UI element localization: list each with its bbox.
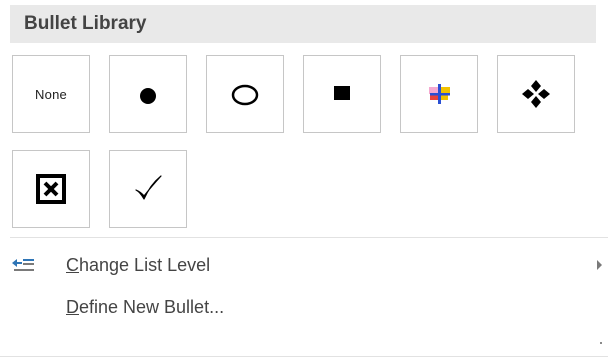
bullet-hollow-circle-tile[interactable]: [206, 55, 284, 133]
filled-circle-bullet-icon: [140, 88, 156, 104]
bullet-none-label: None: [35, 86, 67, 102]
bullet-four-diamonds-tile[interactable]: [497, 55, 575, 133]
colored-cross-bullet-icon: [429, 84, 450, 104]
bullet-none-tile[interactable]: None: [12, 55, 90, 133]
define-new-bullet-menu-item[interactable]: Define New Bullet...: [0, 288, 608, 328]
hollow-circle-bullet-icon: [231, 84, 259, 106]
bullet-colored-cross-tile[interactable]: [400, 55, 478, 133]
filled-square-bullet-icon: [334, 86, 350, 100]
resize-grip-icon[interactable]: [600, 342, 602, 344]
submenu-arrow-icon: [597, 260, 602, 270]
menu-divider: [10, 237, 608, 238]
bottom-border: [0, 356, 608, 357]
four-diamonds-bullet-icon: [522, 80, 550, 108]
bullet-library-header: Bullet Library: [10, 5, 596, 43]
x-box-bullet-icon: [36, 174, 66, 204]
change-list-level-label: Change List Level: [66, 255, 211, 275]
bullet-filled-circle-tile[interactable]: [109, 55, 187, 133]
define-new-bullet-label: Define New Bullet...: [66, 297, 225, 317]
bullet-checkmark-tile[interactable]: [109, 150, 187, 228]
change-list-level-icon: [12, 259, 34, 271]
checkmark-bullet-icon: [135, 175, 162, 200]
bullet-x-box-tile[interactable]: [12, 150, 90, 228]
change-list-level-menu-item[interactable]: Change List Level: [0, 246, 608, 286]
bullet-filled-square-tile[interactable]: [303, 55, 381, 133]
bullets-dropdown-panel: Bullet Library None Change List Level De…: [0, 0, 608, 358]
